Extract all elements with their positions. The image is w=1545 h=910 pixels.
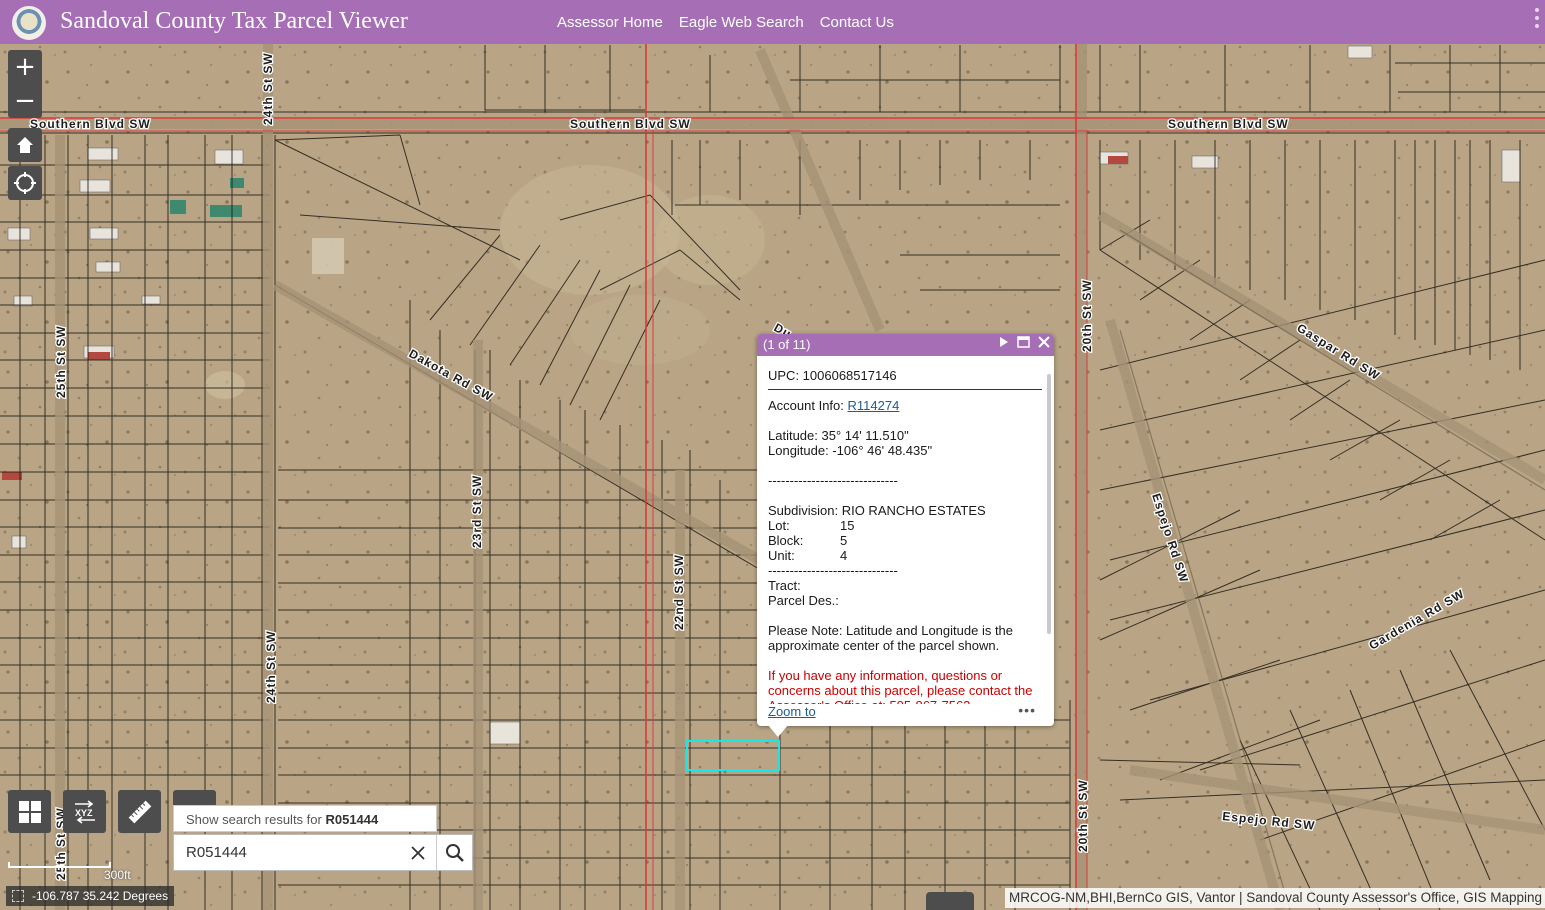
locate-button[interactable] xyxy=(8,166,42,200)
search-box xyxy=(173,834,473,871)
tract-field: Tract: xyxy=(768,578,801,593)
popup-feature-counter: (1 of 11) xyxy=(763,337,811,352)
lot-label: Lot: xyxy=(768,518,790,533)
popup-scrollbar[interactable] xyxy=(1047,374,1051,634)
parcel-description-field: Parcel Des.: xyxy=(768,593,839,608)
road-label: 24th St SW xyxy=(261,52,275,125)
road-label: Southern Blvd SW xyxy=(1168,117,1289,131)
popup-pointer xyxy=(768,725,788,737)
account-info-label: Account Info: xyxy=(768,398,844,413)
attribution: MRCOG-NM,BHI,BernCo GIS, Vantor | Sandov… xyxy=(1004,888,1545,908)
header-nav: Assessor Home Eagle Web Search Contact U… xyxy=(557,14,894,31)
suggestion-prefix: Show search results for xyxy=(186,812,322,827)
popup-footer: Zoom to ••• xyxy=(768,702,1044,722)
county-seal-logo xyxy=(12,6,46,40)
next-feature-button[interactable] xyxy=(997,336,1009,348)
lot-value: 15 xyxy=(840,518,855,533)
road-label: 23rd St SW xyxy=(470,475,484,548)
search-suggestion[interactable]: Show search results for R051444 xyxy=(173,805,437,832)
block-value: 5 xyxy=(840,533,848,548)
coordinate-readout: -106.787 35.242 Degrees xyxy=(6,886,175,906)
block-label: Block: xyxy=(768,533,804,548)
popup-header: (1 of 11) xyxy=(757,334,1054,356)
unit-value: 4 xyxy=(840,548,848,563)
app-title: Sandoval County Tax Parcel Viewer xyxy=(60,8,408,34)
unit-row: Unit: 4 xyxy=(768,548,1042,563)
account-link[interactable]: R114274 xyxy=(848,398,900,413)
svg-text:XYZ: XYZ xyxy=(75,808,93,818)
suggestion-term: R051444 xyxy=(325,812,379,827)
lot-row: Lot: 15 xyxy=(768,518,1042,533)
road-label: 25th St SW xyxy=(54,325,68,398)
xyz-icon: XYZ xyxy=(74,799,95,824)
home-icon xyxy=(17,137,33,153)
search-input[interactable] xyxy=(174,835,401,870)
zoom-to-link[interactable]: Zoom to xyxy=(768,704,816,719)
road-label: Southern Blvd SW xyxy=(30,117,151,131)
maximize-icon xyxy=(1017,336,1030,348)
contact-notice: If you have any information, questions o… xyxy=(768,668,1033,704)
more-menu-icon[interactable] xyxy=(1535,8,1541,28)
play-next-icon xyxy=(1000,337,1008,347)
road-label: 24th St SW xyxy=(264,630,278,703)
close-icon xyxy=(1038,336,1050,348)
nav-assessor-home[interactable]: Assessor Home xyxy=(557,14,663,31)
popup-content[interactable]: UPC: 1006068517146 Account Info: R114274… xyxy=(768,368,1042,704)
road-label: 22nd St SW xyxy=(672,554,686,630)
account-info-row: Account Info: R114274 xyxy=(768,398,1042,413)
scale-bar xyxy=(8,862,111,868)
divider-text: ------------------------------ xyxy=(768,563,898,578)
close-popup-button[interactable] xyxy=(1038,336,1050,348)
zoom-out-button[interactable]: − xyxy=(8,84,42,118)
app-header: Sandoval County Tax Parcel Viewer Assess… xyxy=(0,0,1545,44)
latitude-field: Latitude: 35° 14' 11.510" xyxy=(768,428,909,443)
search-icon xyxy=(445,843,464,862)
crosshair-icon[interactable] xyxy=(12,890,24,902)
lat-long-note: Please Note: Latitude and Longitude is t… xyxy=(768,623,1014,653)
road-label: 20th St SW xyxy=(1076,779,1090,852)
zoom-control: + − xyxy=(8,50,42,118)
ruler-icon xyxy=(128,800,151,823)
longitude-field: Longitude: -106° 46' 48.435" xyxy=(768,443,933,458)
road-label: Southern Blvd SW xyxy=(570,117,691,131)
locate-icon xyxy=(14,172,36,194)
parcel-popup: (1 of 11) UPC: 1006068517146 Account Inf… xyxy=(757,334,1054,726)
coordinate-text: -106.787 35.242 Degrees xyxy=(32,889,169,903)
basemap-gallery-button[interactable] xyxy=(8,790,51,833)
upc-field: UPC: 1006068517146 xyxy=(768,368,1042,390)
close-icon xyxy=(411,845,426,860)
measurement-button[interactable] xyxy=(118,790,161,833)
scale-label: 300ft xyxy=(104,868,131,882)
grid-icon xyxy=(18,800,41,823)
coordinate-conversion-button[interactable]: XYZ xyxy=(63,790,106,833)
divider-text: ------------------------------ xyxy=(768,473,898,488)
unit-label: Unit: xyxy=(768,548,795,563)
subdivision-field: Subdivision: RIO RANCHO ESTATES xyxy=(768,503,986,518)
block-row: Block: 5 xyxy=(768,533,1042,548)
more-actions-icon[interactable]: ••• xyxy=(1018,702,1036,718)
nav-eagle-web-search[interactable]: Eagle Web Search xyxy=(679,14,804,31)
search-button[interactable] xyxy=(436,835,472,870)
zoom-in-button[interactable]: + xyxy=(8,50,42,84)
road-label: 20th St SW xyxy=(1080,279,1094,352)
clear-search-button[interactable] xyxy=(401,835,437,870)
attribution-toggle[interactable] xyxy=(926,892,974,910)
home-button[interactable] xyxy=(8,128,42,162)
nav-contact-us[interactable]: Contact Us xyxy=(820,14,894,31)
maximize-popup-button[interactable] xyxy=(1017,336,1030,348)
